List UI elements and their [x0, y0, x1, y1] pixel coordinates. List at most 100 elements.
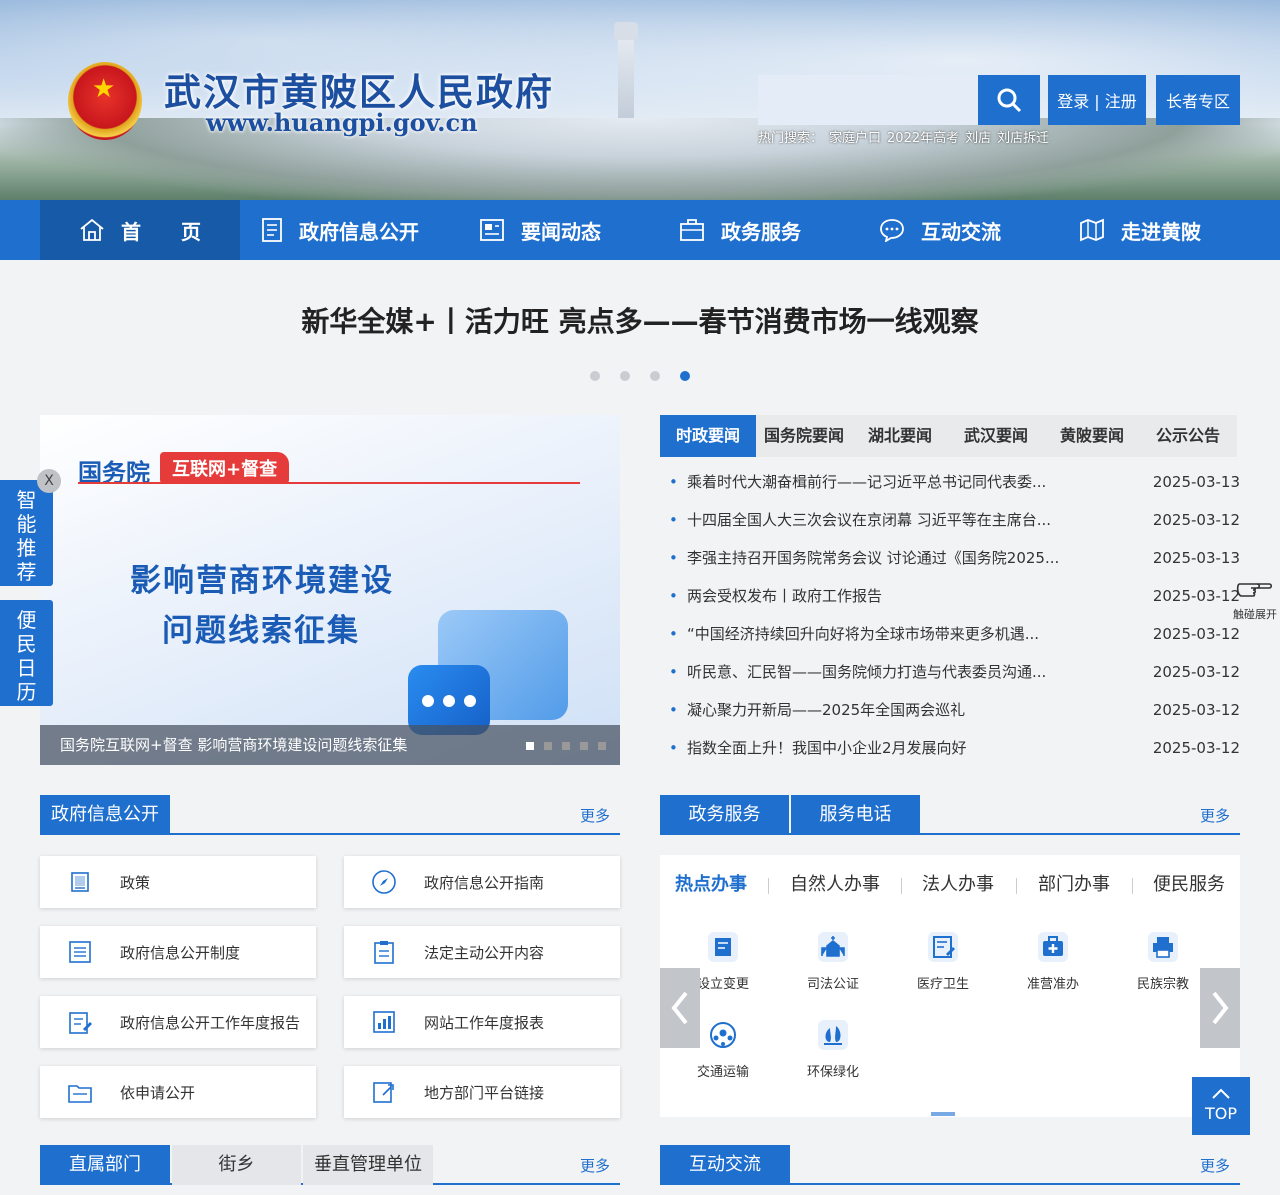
banner-dot[interactable]	[562, 742, 570, 750]
subtab-convenience[interactable]: 便民服务	[1153, 870, 1225, 896]
report-icon	[69, 1012, 92, 1034]
subtab-natural-person[interactable]: 自然人办事	[790, 870, 880, 896]
list-item[interactable]: • 凝心聚力开新局——2025年全国两会巡礼 2025-03-12	[660, 691, 1240, 729]
tab-huangpi[interactable]: 黄陂要闻	[1044, 415, 1140, 457]
nav-gov-service[interactable]: 政务服务	[640, 200, 840, 260]
nav-gov-info[interactable]: 政府信息公开	[240, 200, 440, 260]
hot-term[interactable]: 刘店	[965, 131, 991, 146]
news-date: 2025-03-12	[1152, 625, 1240, 643]
smart-recommend-tab[interactable]: 智能推荐	[0, 480, 53, 586]
card-system[interactable]: 政府信息公开制度	[40, 926, 316, 978]
subtab-department[interactable]: 部门办事	[1038, 870, 1110, 896]
chevron-right-icon	[1212, 991, 1229, 1025]
tab-wuhan[interactable]: 武汉要闻	[948, 415, 1044, 457]
service-page-indicator[interactable]	[931, 1112, 955, 1116]
site-header: ★ 武汉市黄陂区人民政府 www.huangpi.gov.cn 登录 | 注册 …	[0, 0, 1280, 200]
chart-icon	[373, 1011, 395, 1033]
back-to-top-button[interactable]: TOP	[1192, 1077, 1250, 1135]
hot-search-label: 热门搜索：	[758, 131, 824, 146]
service-subtabs: 热点办事 自然人办事 法人办事 部门办事 便民服务	[660, 870, 1240, 900]
tab-politics[interactable]: 时政要闻	[660, 415, 756, 457]
carousel-dot[interactable]	[650, 371, 660, 381]
tab-service-phone[interactable]: 服务电话	[791, 795, 920, 835]
news-title[interactable]: 听民意、汇民智——国务院倾力打造与代表委员沟通...	[687, 653, 1046, 691]
gov-info-title[interactable]: 政府信息公开	[40, 795, 170, 835]
dept-more-link[interactable]: 更多	[580, 1155, 610, 1176]
search-button[interactable]	[978, 75, 1040, 125]
service-item[interactable]: 环保绿化	[788, 1015, 878, 1080]
headline-carousel-dots	[590, 371, 710, 381]
card-on-request[interactable]: 依申请公开	[40, 1066, 316, 1118]
list-item[interactable]: • 两会受权发布丨政府工作报告 2025-03-12	[660, 577, 1240, 615]
service-item[interactable]: 民族宗教	[1118, 927, 1208, 992]
list-item[interactable]: • 乘着时代大潮奋楫前行——记习近平总书记同代表委... 2025-03-13	[660, 463, 1240, 501]
hot-term[interactable]: 2022年高考	[887, 131, 959, 146]
card-website-report[interactable]: 网站工作年度报表	[344, 996, 620, 1048]
national-emblem-icon[interactable]: ★	[68, 62, 142, 140]
news-title[interactable]: “中国经济持续回升向好将为全球市场带来更多机遇...	[687, 615, 1039, 653]
tab-street[interactable]: 街乡	[172, 1145, 301, 1185]
interact-more-link[interactable]: 更多	[1200, 1155, 1230, 1176]
card-guide[interactable]: 政府信息公开指南	[344, 856, 620, 908]
subtab-hot[interactable]: 热点办事	[675, 870, 747, 896]
headline-link[interactable]: 新华全媒+丨活力旺 亮点多——春节消费市场一线观察	[0, 300, 1280, 340]
banner-slide[interactable]: 国务院 互联网+督查 影响营商环境建设 问题线索征集 国务院互联网+督查 影响营…	[40, 415, 620, 765]
service-prev-button[interactable]	[660, 968, 700, 1048]
hot-term[interactable]: 家庭户口	[829, 131, 881, 146]
banner-dot[interactable]	[544, 742, 552, 750]
service-item[interactable]: 医疗卫生	[898, 927, 988, 992]
clipboard-icon	[374, 941, 394, 964]
list-item[interactable]: • 十四届全国人大三次会议在京闭幕 习近平等在主席台... 2025-03-12	[660, 501, 1240, 539]
tab-direct-dept[interactable]: 直属部门	[40, 1145, 170, 1185]
news-title[interactable]: 指数全面上升！我国中小企业2月发展向好	[687, 729, 967, 767]
news-tabs: 时政要闻 国务院要闻 湖北要闻 武汉要闻 黄陂要闻 公示公告	[660, 415, 1237, 457]
list-item[interactable]: • 听民意、汇民智——国务院倾力打造与代表委员沟通... 2025-03-12	[660, 653, 1240, 691]
elder-zone-button[interactable]: 长者专区	[1156, 75, 1240, 125]
carousel-dot[interactable]	[590, 371, 600, 381]
close-icon[interactable]: X	[37, 469, 61, 493]
list-item[interactable]: • 李强主持召开国务院常务会议 讨论通过《国务院2025... 2025-03-13	[660, 539, 1240, 577]
carousel-dot[interactable]	[620, 371, 630, 381]
news-title[interactable]: 乘着时代大潮奋楫前行——记习近平总书记同代表委...	[687, 463, 1046, 501]
carousel-dot-active[interactable]	[680, 371, 690, 381]
service-item[interactable]: 司法公证	[788, 927, 878, 992]
service-item[interactable]: 准营准办	[1008, 927, 1098, 992]
list-item[interactable]: • “中国经济持续回升向好将为全球市场带来更多机遇... 2025-03-12	[660, 615, 1240, 653]
interact-title[interactable]: 互动交流	[660, 1145, 790, 1185]
search-icon	[997, 88, 1022, 113]
login-register-button[interactable]: 登录 | 注册	[1048, 75, 1146, 125]
banner-dot[interactable]	[526, 742, 534, 750]
calendar-tab[interactable]: 便民日历	[0, 600, 53, 706]
news-title[interactable]: 李强主持召开国务院常务会议 讨论通过《国务院2025...	[687, 539, 1059, 577]
nav-news[interactable]: 要闻动态	[440, 200, 640, 260]
banner-dot[interactable]	[598, 742, 606, 750]
search-input[interactable]	[758, 75, 978, 125]
nav-interaction[interactable]: 互动交流	[840, 200, 1040, 260]
news-icon	[480, 219, 504, 241]
banner-dot[interactable]	[580, 742, 588, 750]
hot-term[interactable]: 刘店拆迁	[997, 131, 1049, 146]
nav-about[interactable]: 走进黄陂	[1040, 200, 1240, 260]
tab-gov-service[interactable]: 政务服务	[660, 795, 789, 835]
service-next-button[interactable]	[1200, 968, 1240, 1048]
service-item-label: 交通运输	[696, 1065, 749, 1080]
tab-state-council[interactable]: 国务院要闻	[756, 415, 852, 457]
card-policy[interactable]: 政策	[40, 856, 316, 908]
news-title[interactable]: 十四届全国人大三次会议在京闭幕 习近平等在主席台...	[687, 501, 1051, 539]
ball-icon	[710, 1022, 736, 1048]
list-item[interactable]: • 指数全面上升！我国中小企业2月发展向好 2025-03-12	[660, 729, 1240, 767]
touch-expand-widget[interactable]: 触碰展开	[1230, 572, 1280, 622]
tab-vertical-units[interactable]: 垂直管理单位	[303, 1145, 433, 1185]
service-item-label: 民族宗教	[1136, 977, 1189, 992]
news-title[interactable]: 凝心聚力开新局——2025年全国两会巡礼	[687, 691, 965, 729]
card-annual-report[interactable]: 政府信息公开工作年度报告	[40, 996, 316, 1048]
news-title[interactable]: 两会受权发布丨政府工作报告	[687, 577, 882, 615]
gov-info-more-link[interactable]: 更多	[580, 805, 610, 826]
tab-notice[interactable]: 公示公告	[1140, 415, 1236, 457]
tab-hubei[interactable]: 湖北要闻	[852, 415, 948, 457]
nav-home[interactable]: 首 页	[40, 200, 240, 260]
card-dept-links[interactable]: 地方部门平台链接	[344, 1066, 620, 1118]
subtab-legal-person[interactable]: 法人办事	[922, 870, 994, 896]
service-more-link[interactable]: 更多	[1200, 805, 1230, 826]
card-statutory[interactable]: 法定主动公开内容	[344, 926, 620, 978]
